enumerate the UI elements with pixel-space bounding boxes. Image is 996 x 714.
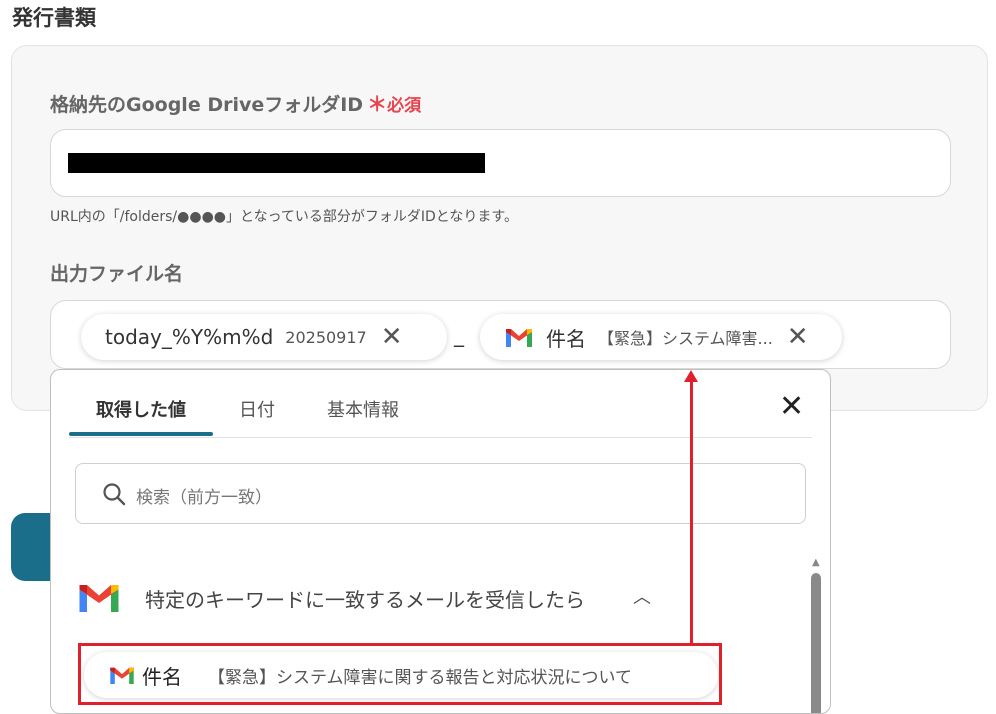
folder-id-label-text: 格納先のGoogle DriveフォルダID xyxy=(50,94,364,116)
chip-subject-value: 【緊急】システム障害... xyxy=(598,329,773,348)
trigger-group-title[interactable]: 特定のキーワードに一致するメールを受信したら xyxy=(145,584,585,613)
search-input[interactable]: 検索（前方一致） xyxy=(75,463,806,524)
folder-id-label: 格納先のGoogle DriveフォルダID ＊必須 xyxy=(50,88,421,117)
redacted-value xyxy=(68,153,485,173)
gmail-icon xyxy=(506,329,532,347)
annotation-highlight-box xyxy=(78,643,722,705)
filename-label: 出力ファイル名 xyxy=(50,263,184,285)
chip-today-remove-icon[interactable]: ✕ xyxy=(381,324,403,350)
gmail-icon xyxy=(79,585,119,612)
scroll-up-icon[interactable]: ▲ xyxy=(812,557,820,568)
folder-id-input[interactable] xyxy=(50,129,951,197)
filename-separator: _ xyxy=(454,323,464,347)
close-icon[interactable]: ✕ xyxy=(779,392,804,422)
tab-date[interactable]: 日付 xyxy=(239,396,275,422)
search-icon xyxy=(103,483,126,506)
chevron-up-icon[interactable]: ︿ xyxy=(633,583,651,609)
chip-today[interactable]: today_%Y%m%d 20250917 ✕ xyxy=(81,314,447,360)
tab-basic-info[interactable]: 基本情報 xyxy=(327,396,399,422)
primary-action-button[interactable] xyxy=(11,513,51,581)
chip-subject-name: 件名 xyxy=(546,326,586,351)
required-badge: 必須 xyxy=(387,96,422,116)
chip-subject-remove-icon[interactable]: ✕ xyxy=(787,324,809,350)
filename-input[interactable]: today_%Y%m%d 20250917 ✕ _ 件名 【緊急】システム障害.… xyxy=(50,300,951,369)
scrollbar-thumb[interactable] xyxy=(811,573,821,713)
tab-divider xyxy=(69,437,812,438)
chip-today-value: 20250917 xyxy=(285,327,367,347)
active-tab-indicator xyxy=(69,432,213,436)
annotation-arrow-head xyxy=(684,370,698,382)
tab-acquired-values[interactable]: 取得した値 xyxy=(96,396,186,422)
search-placeholder: 検索（前方一致） xyxy=(136,488,272,508)
required-star: ＊ xyxy=(367,92,388,116)
chip-today-name: today_%Y%m%d xyxy=(105,325,274,349)
chip-subject[interactable]: 件名 【緊急】システム障害... ✕ xyxy=(480,314,842,360)
folder-id-hint: URL内の「/folders/●●●●」となっている部分がフォルダIDとなります… xyxy=(50,209,518,225)
section-title: 発行書類 xyxy=(12,6,96,30)
annotation-arrow-line xyxy=(690,380,693,645)
form-card: 格納先のGoogle DriveフォルダID ＊必須 URL内の「/folders… xyxy=(11,45,988,411)
